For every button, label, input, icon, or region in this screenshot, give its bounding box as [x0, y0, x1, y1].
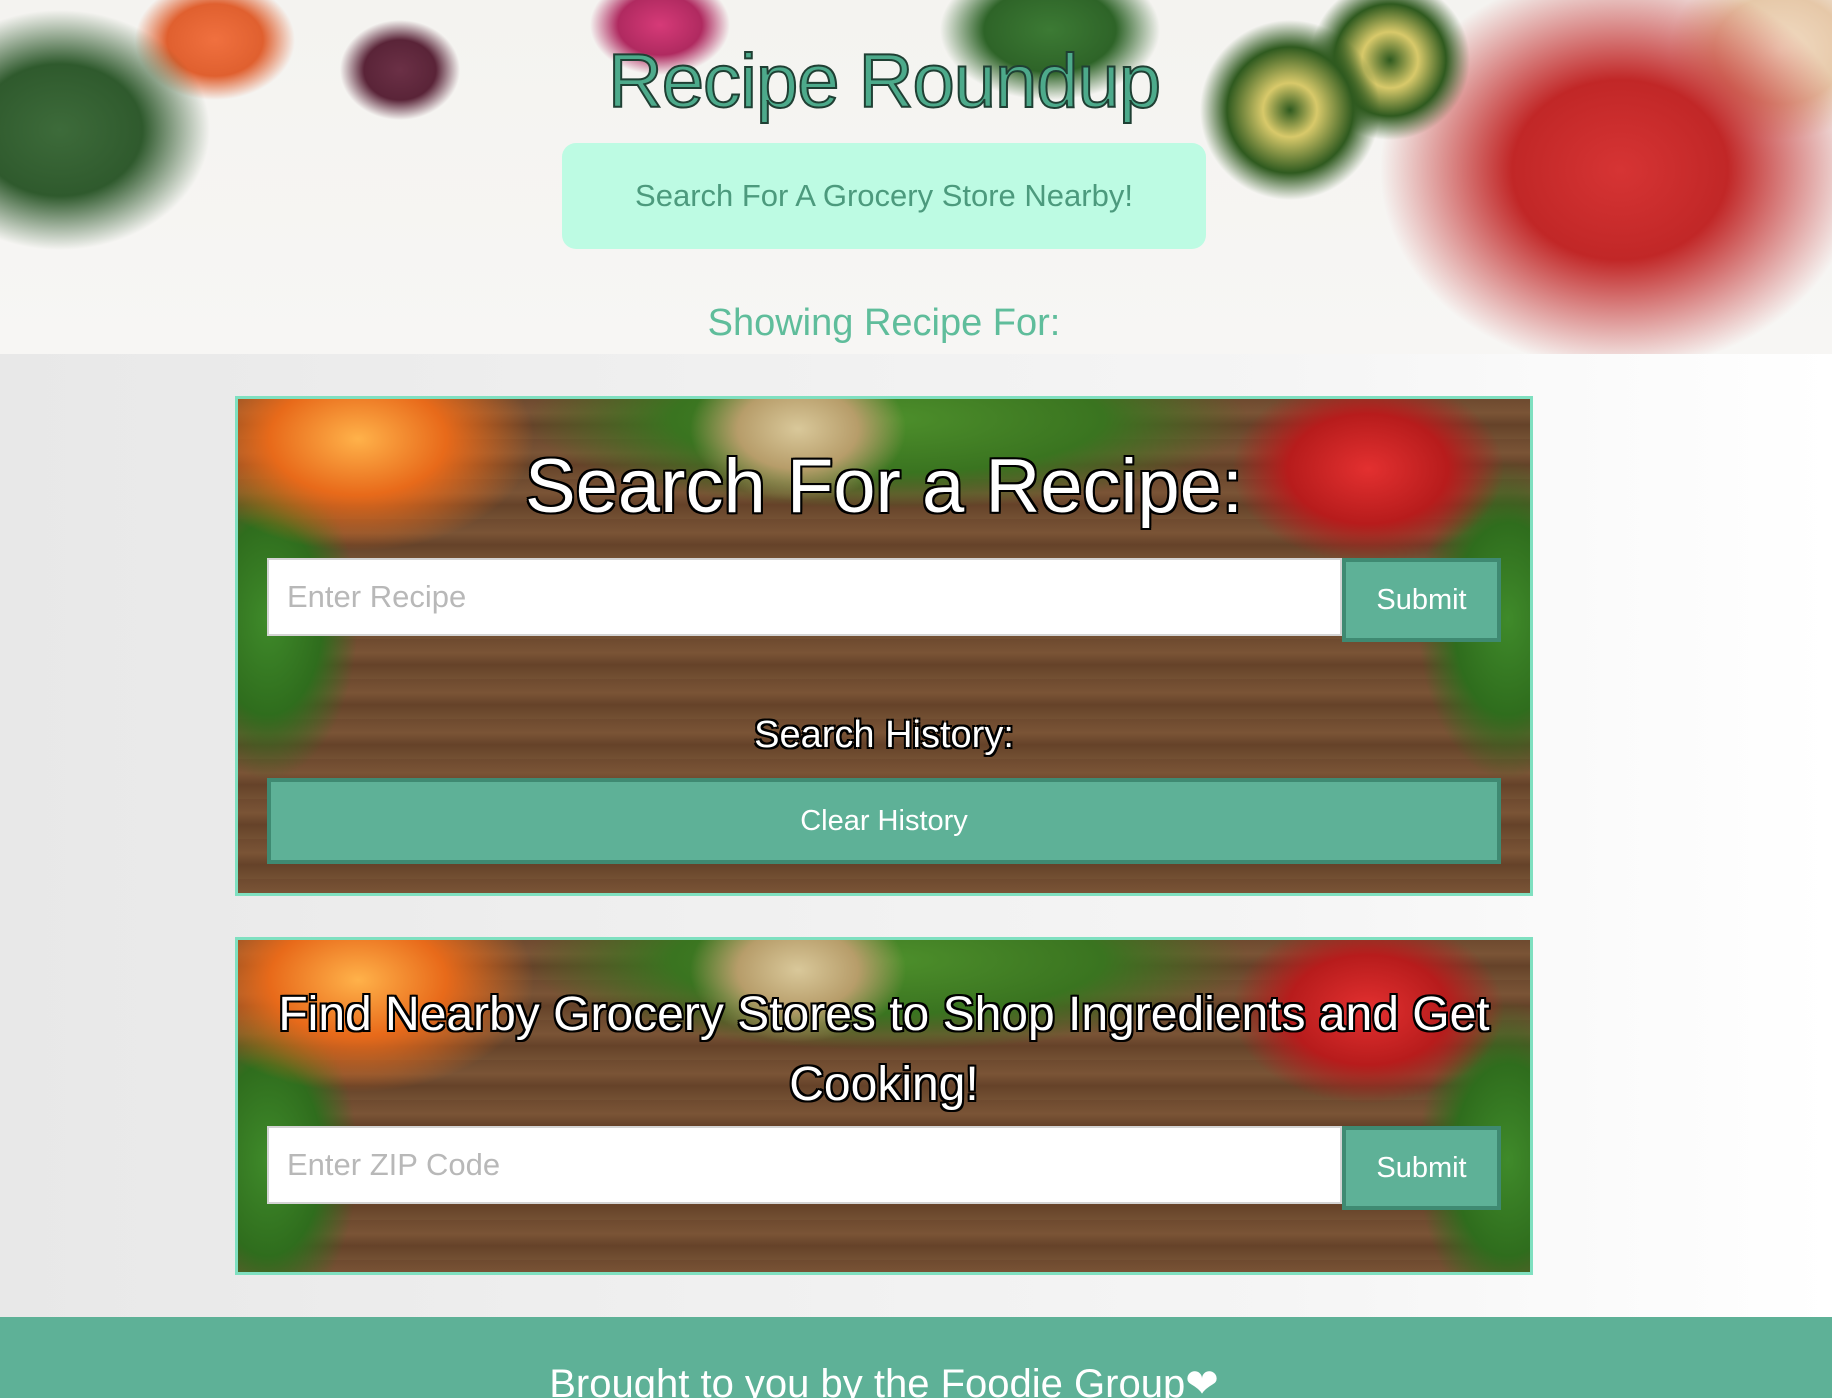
zip-code-input[interactable]: [267, 1126, 1342, 1204]
footer-credit: Brought to you by the Foodie Group❤: [549, 1362, 1219, 1398]
recipe-search-card: Search For a Recipe: Submit Search Histo…: [235, 396, 1533, 896]
grocery-store-heading: Find Nearby Grocery Stores to Shop Ingre…: [278, 988, 1490, 1111]
showing-recipe-label: Showing Recipe For:: [707, 302, 1061, 344]
zip-submit-button[interactable]: Submit: [1342, 1126, 1501, 1210]
recipe-input[interactable]: [267, 558, 1342, 636]
search-grocery-store-button[interactable]: Search For A Grocery Store Nearby!: [562, 143, 1206, 249]
clear-history-button[interactable]: Clear History: [267, 778, 1501, 864]
recipe-search-row: Submit: [267, 558, 1504, 642]
recipe-submit-button[interactable]: Submit: [1342, 558, 1501, 642]
grocery-store-card: Find Nearby Grocery Stores to Shop Ingre…: [235, 937, 1533, 1275]
zip-search-row: Submit: [267, 1126, 1504, 1210]
header-banner: Recipe Roundup Search For A Grocery Stor…: [0, 0, 1832, 354]
page-title: Recipe Roundup: [607, 38, 1162, 125]
footer: Brought to you by the Foodie Group❤: [0, 1317, 1832, 1398]
recipe-search-heading: Search For a Recipe:: [524, 444, 1244, 529]
search-history-label: Search History:: [754, 714, 1014, 756]
